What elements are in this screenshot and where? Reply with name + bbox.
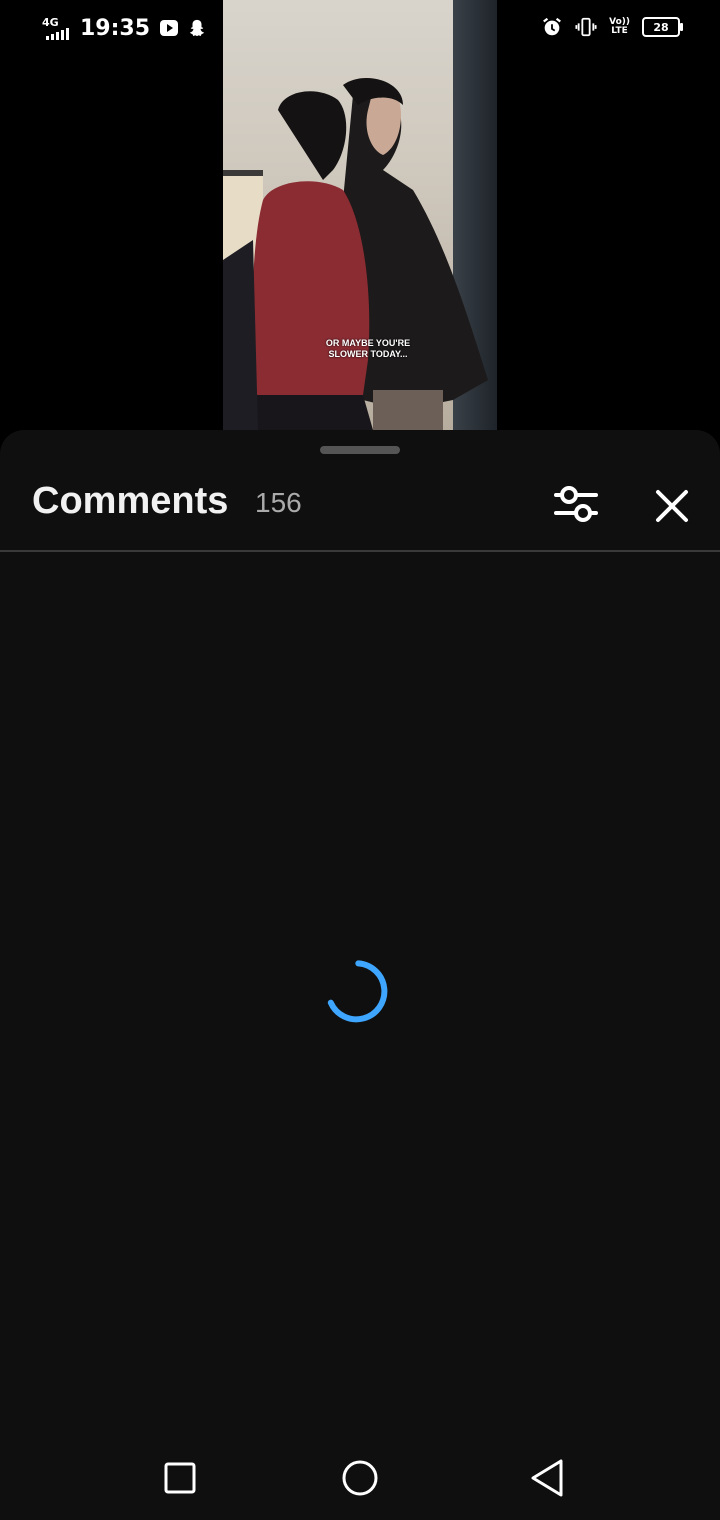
comments-sheet: Comments 156 — [0, 430, 720, 1520]
status-bar: 4G 19:35 Vo)) LTE 28 — [0, 0, 720, 58]
video-subtitle: OR MAYBE YOU'RE SLOWER TODAY... — [313, 338, 423, 360]
header-divider — [0, 550, 720, 552]
home-icon — [342, 1460, 378, 1496]
subtitle-line2: SLOWER TODAY... — [328, 349, 408, 359]
comments-count: 156 — [255, 487, 302, 518]
close-icon — [656, 490, 688, 522]
subtitle-line1: OR MAYBE YOU'RE — [325, 338, 411, 348]
comments-header: Comments 156 — [0, 470, 720, 550]
video-frame-figures — [223, 77, 488, 430]
volte-line2: LTE — [611, 26, 628, 36]
back-icon — [531, 1459, 563, 1497]
home-button[interactable] — [335, 1456, 385, 1500]
recents-button[interactable] — [155, 1456, 205, 1500]
vibrate-icon — [575, 17, 597, 37]
back-button[interactable] — [522, 1456, 572, 1500]
loading-spinner-icon — [327, 960, 388, 1023]
battery-icon: 28 — [642, 17, 683, 37]
video-player[interactable]: OR MAYBE YOU'RE SLOWER TODAY... — [223, 0, 497, 430]
snapchat-icon — [189, 19, 205, 37]
volte-icon: Vo)) LTE — [609, 18, 630, 36]
recents-icon — [164, 1462, 196, 1494]
close-button[interactable] — [646, 480, 698, 532]
signal-icon: 4G — [42, 14, 76, 42]
alarm-icon — [543, 17, 562, 36]
battery-level: 28 — [653, 20, 669, 34]
youtube-icon — [160, 20, 179, 36]
sliders-icon — [554, 486, 598, 522]
sort-filter-button[interactable] — [550, 482, 602, 526]
system-nav-bar — [0, 1436, 720, 1520]
comments-title: Comments — [32, 480, 229, 522]
clock: 19:35 — [80, 15, 151, 41]
drag-handle[interactable] — [320, 446, 400, 454]
